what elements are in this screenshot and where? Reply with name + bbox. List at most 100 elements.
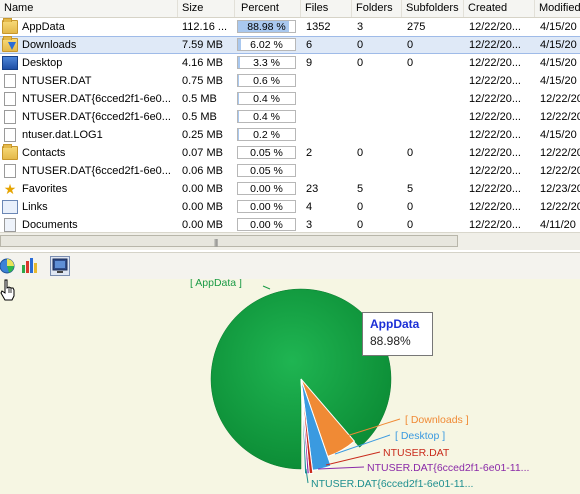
cell-subfolders: 0 xyxy=(407,39,414,51)
column-header-percent[interactable]: Percent xyxy=(235,0,301,17)
cell-percent: 0.05 % xyxy=(237,144,299,162)
pie-chart-button[interactable] xyxy=(0,256,18,276)
table-row[interactable]: ntuser.dat.LOG1 0.25 MB 0.2 % 12/22/20... 4/… xyxy=(0,126,580,144)
downloads-folder-icon xyxy=(2,36,18,52)
favorites-star-icon: ★ xyxy=(3,181,17,197)
percent-text: 0.4 % xyxy=(253,93,280,105)
cell-files: 4 xyxy=(306,201,313,213)
file-icon xyxy=(4,74,16,88)
cell-size: 0.00 MB xyxy=(182,201,223,213)
cell-folders: 3 xyxy=(357,21,364,33)
table-row[interactable]: NTUSER.DAT{6cced2f1-6e0... 0.5 MB 0.4 % 12/… xyxy=(0,90,580,108)
cell-created: 12/22/20... xyxy=(469,93,521,105)
cell-size: 0.75 MB xyxy=(182,75,223,87)
column-header-size[interactable]: Size xyxy=(178,0,235,17)
cell-files: 2 xyxy=(306,147,313,159)
cell-percent: 0.00 % xyxy=(237,198,299,216)
cell-files xyxy=(306,90,354,108)
cell-created: 12/22/20... xyxy=(469,39,521,51)
cell-name: NTUSER.DAT{6cced2f1-6e0... xyxy=(0,162,176,180)
table-row[interactable]: Contacts 0.07 MB 0.05 % 2 0 0 12/22/20... 12/22… xyxy=(0,144,580,162)
documents-folder-icon xyxy=(4,218,16,232)
column-header-folders[interactable]: Folders xyxy=(352,0,402,17)
table-row[interactable]: AppData 112.16 ... 88.98 % 1352 3 275 12/22/20… xyxy=(0,18,580,36)
cell-files: 9 xyxy=(306,57,313,69)
table-row[interactable]: NTUSER.DAT 0.75 MB 0.6 % 12/22/20... 4/15/20 xyxy=(0,72,580,90)
pie-label-desktop: [ Desktop ] xyxy=(395,430,445,442)
cell-subfolders xyxy=(407,90,463,108)
cell-files: 23 xyxy=(306,183,319,195)
percent-bar: 3.3 % xyxy=(237,56,296,69)
cell-subfolders: 0 xyxy=(407,201,414,213)
table-row[interactable]: NTUSER.DAT{6cced2f1-6e0... 0.06 MB 0.05 % 1… xyxy=(0,162,580,180)
table-row[interactable]: Desktop 4.16 MB 3.3 % 9 0 0 12/22/20... 4/15/20 xyxy=(0,54,580,72)
cell-name: NTUSER.DAT{6cced2f1-6e0... xyxy=(0,108,176,126)
cell-percent: 3.3 % xyxy=(237,54,299,72)
percent-bar: 0.00 % xyxy=(237,218,296,231)
cell-created: 12/22/20... xyxy=(469,201,521,213)
percent-text: 3.3 % xyxy=(253,57,280,69)
pie-chart-panel: [ AppData ] [ Downloads ] [ Desktop ] NTUSE… xyxy=(0,279,580,494)
percent-bar: 0.2 % xyxy=(237,128,296,141)
cell-created: 12/22/20... xyxy=(469,111,521,123)
row-name: ntuser.dat.LOG1 xyxy=(22,129,103,141)
column-header-subfolders[interactable]: Subfolders xyxy=(402,0,464,17)
tooltip-value: 88.98% xyxy=(370,334,411,348)
pie-label-ntuser: NTUSER.DAT xyxy=(383,447,450,459)
cell-percent: 0.2 % xyxy=(237,126,299,144)
cell-name: NTUSER.DAT xyxy=(0,72,176,90)
table-row[interactable]: ★ Favorites 0.00 MB 0.00 % 23 5 5 12/22/20... 12… xyxy=(0,180,580,198)
cell-files xyxy=(306,162,354,180)
cell-size: 0.5 MB xyxy=(182,93,217,105)
monitor-view-button[interactable] xyxy=(50,256,70,276)
chart-tooltip: AppData 88.98% xyxy=(362,312,433,356)
column-header-files[interactable]: Files xyxy=(301,0,352,17)
scrollbar-thumb[interactable]: ||| xyxy=(0,235,458,247)
pie-label-ntuser3: NTUSER.DAT{6cced2f1-6e01-11... xyxy=(311,478,473,490)
cell-folders xyxy=(357,72,405,90)
cell-created: 12/22/20... xyxy=(469,183,521,195)
cell-modified: 12/22/20 xyxy=(540,165,580,177)
table-row[interactable]: Links 0.00 MB 0.00 % 4 0 0 12/22/20... 12/22/20 xyxy=(0,198,580,216)
horizontal-scrollbar[interactable]: ||| xyxy=(0,232,580,250)
links-folder-icon xyxy=(2,200,18,214)
cell-modified: 4/15/20 xyxy=(540,57,577,69)
percent-text: 0.00 % xyxy=(250,219,283,231)
cell-created: 12/22/20... xyxy=(469,57,521,69)
column-header-name[interactable]: Name xyxy=(0,0,178,17)
cell-percent: 6.02 % xyxy=(237,36,299,54)
bar-chart-icon xyxy=(22,258,37,273)
table-row[interactable]: Downloads 7.59 MB 6.02 % 6 0 0 12/22/20... 4/15… xyxy=(0,36,580,54)
cell-size: 0.25 MB xyxy=(182,129,223,141)
file-icon xyxy=(4,110,16,124)
monitor-icon xyxy=(52,258,68,273)
percent-bar: 0.4 % xyxy=(237,92,296,105)
cell-subfolders: 5 xyxy=(407,183,414,195)
row-name: AppData xyxy=(22,21,65,33)
pie-label-appdata: [ AppData ] xyxy=(190,279,242,289)
percent-text: 0.4 % xyxy=(253,111,280,123)
row-name: Desktop xyxy=(22,57,63,69)
row-name: Contacts xyxy=(22,147,66,159)
cell-name: Desktop xyxy=(0,54,176,72)
percent-text: 0.05 % xyxy=(250,147,283,159)
cell-modified: 4/15/20 xyxy=(540,21,577,33)
percent-text: 0.6 % xyxy=(253,75,280,87)
cell-percent: 0.05 % xyxy=(237,162,299,180)
cell-modified: 4/15/20 xyxy=(540,129,577,141)
cell-modified: 4/15/20 xyxy=(540,75,577,87)
table-row[interactable]: NTUSER.DAT{6cced2f1-6e0... 0.5 MB 0.4 % 12/… xyxy=(0,108,580,126)
percent-bar: 0.6 % xyxy=(237,74,296,87)
folder-icon xyxy=(2,18,18,34)
column-header-created[interactable]: Created xyxy=(464,0,535,17)
cell-percent: 0.6 % xyxy=(237,72,299,90)
percent-bar: 88.98 % xyxy=(237,20,296,33)
column-header-modified[interactable]: Modified xyxy=(535,0,580,17)
percent-bar: 0.05 % xyxy=(237,164,296,177)
cell-modified: 12/22/20 xyxy=(540,201,580,213)
percent-text: 6.02 % xyxy=(250,39,283,51)
percent-text: 0.00 % xyxy=(250,201,283,213)
bar-chart-button[interactable] xyxy=(20,256,40,276)
row-name: Downloads xyxy=(22,39,77,51)
cell-subfolders xyxy=(407,108,463,126)
